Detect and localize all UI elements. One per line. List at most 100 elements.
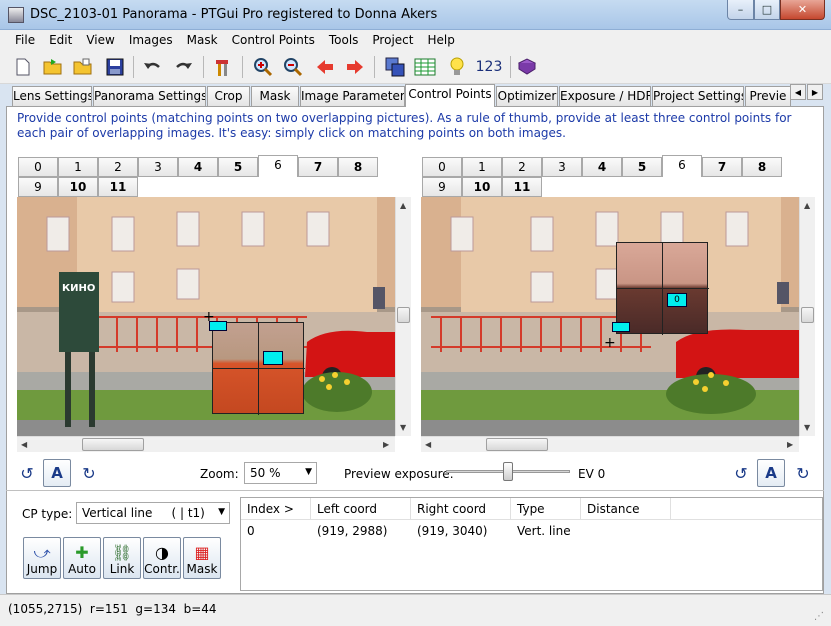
save-icon[interactable] <box>104 56 126 78</box>
copy-images-icon[interactable] <box>384 56 406 78</box>
open-recent-icon[interactable] <box>72 56 94 78</box>
menu-help[interactable]: Help <box>420 33 461 47</box>
menu-images[interactable]: Images <box>122 33 180 47</box>
right-image-tab-4[interactable]: 4 <box>582 157 622 177</box>
tab-preview[interactable]: Previe <box>745 86 791 106</box>
col-type[interactable]: Type <box>511 498 581 520</box>
tab-image-parameters[interactable]: Image Parameters <box>300 86 405 106</box>
new-file-icon[interactable] <box>12 56 34 78</box>
left-rotate-ccw-icon[interactable]: ↺ <box>15 461 39 485</box>
cp-type-select[interactable]: Vertical line ( | t1) ▼ <box>76 502 230 524</box>
right-image-view[interactable]: 0 + <box>421 197 799 436</box>
menu-edit[interactable]: Edit <box>42 33 79 47</box>
col-right-coord[interactable]: Right coord <box>411 498 511 520</box>
book-icon[interactable] <box>516 56 538 78</box>
jump-button[interactable]: ⤻ Jump <box>23 537 61 579</box>
zoom-label: Zoom: <box>200 467 239 481</box>
link-button[interactable]: ⛓ Link <box>103 537 141 579</box>
auto-button[interactable]: ✚ Auto <box>63 537 101 579</box>
left-auto-button[interactable]: A <box>43 459 71 487</box>
numbers-icon[interactable]: 123 <box>474 56 504 78</box>
left-image-tab-9[interactable]: 9 <box>18 177 58 197</box>
menu-tools[interactable]: Tools <box>322 33 366 47</box>
col-left-coord[interactable]: Left coord <box>311 498 411 520</box>
zoom-select[interactable]: 50 % ▼ <box>244 462 317 484</box>
menu-project[interactable]: Project <box>365 33 420 47</box>
menu-control-points[interactable]: Control Points <box>225 33 322 47</box>
tab-project-settings[interactable]: Project Settings <box>652 86 744 106</box>
minimize-button[interactable]: – <box>727 0 754 20</box>
tab-crop[interactable]: Crop <box>207 86 250 106</box>
left-image-tab-1[interactable]: 1 <box>58 157 98 177</box>
left-image-tab-0[interactable]: 0 <box>18 157 58 177</box>
exposure-slider-thumb[interactable] <box>503 462 513 481</box>
contrast-button[interactable]: ◑ Contr. <box>143 537 181 579</box>
left-image-tab-7[interactable]: 7 <box>298 157 338 177</box>
undo-icon[interactable] <box>142 56 164 78</box>
tab-scroll-right-button[interactable]: ▶ <box>807 84 823 100</box>
tools-icon[interactable] <box>212 56 234 78</box>
maximize-button[interactable]: □ <box>754 0 780 20</box>
left-image-view[interactable]: КИНО + <box>17 197 395 436</box>
tab-optimizer[interactable]: Optimizer <box>496 86 558 106</box>
left-hscroll-thumb[interactable] <box>82 438 144 451</box>
right-image-tab-1[interactable]: 1 <box>462 157 502 177</box>
right-image-tab-11[interactable]: 11 <box>502 177 542 197</box>
zoom-in-icon[interactable] <box>252 56 274 78</box>
right-vertical-scrollbar[interactable]: ▲ ▼ <box>799 197 815 436</box>
arrow-right-icon[interactable] <box>344 56 366 78</box>
tab-mask[interactable]: Mask <box>251 86 299 106</box>
left-rotate-cw-icon[interactable]: ↻ <box>77 461 101 485</box>
open-icon[interactable] <box>42 56 64 78</box>
left-vscroll-thumb[interactable] <box>397 307 410 323</box>
tab-lens-settings[interactable]: Lens Settings <box>12 86 92 106</box>
table-row[interactable]: 0 (919, 2988) (919, 3040) Vert. line <box>241 521 822 541</box>
left-image-tab-11[interactable]: 11 <box>98 177 138 197</box>
right-image-tab-3[interactable]: 3 <box>542 157 582 177</box>
left-horizontal-scrollbar[interactable]: ◀ ▶ <box>17 436 395 452</box>
table-icon[interactable] <box>414 56 436 78</box>
right-vscroll-thumb[interactable] <box>801 307 814 323</box>
tab-exposure-hdr[interactable]: Exposure / HDR <box>559 86 651 106</box>
right-loupe <box>616 242 709 335</box>
right-image-tab-8[interactable]: 8 <box>742 157 782 177</box>
tab-scroll-left-button[interactable]: ◀ <box>790 84 806 100</box>
right-cp-marker[interactable] <box>612 322 630 332</box>
zoom-out-icon[interactable] <box>282 56 304 78</box>
tab-control-points[interactable]: Control Points <box>405 84 495 107</box>
preview-exposure-label: Preview exposure: <box>344 467 454 481</box>
left-cp-marker-zoom <box>263 351 283 365</box>
right-horizontal-scrollbar[interactable]: ◀ ▶ <box>421 436 799 452</box>
right-image-tab-9[interactable]: 9 <box>422 177 462 197</box>
right-auto-button[interactable]: A <box>757 459 785 487</box>
col-index[interactable]: Index > <box>241 498 311 520</box>
right-rotate-cw-icon[interactable]: ↻ <box>791 461 815 485</box>
right-image-tab-5[interactable]: 5 <box>622 157 662 177</box>
right-rotate-ccw-icon[interactable]: ↺ <box>729 461 753 485</box>
right-hscroll-thumb[interactable] <box>486 438 548 451</box>
menu-mask[interactable]: Mask <box>180 33 225 47</box>
resize-grip-icon[interactable]: ⋰ <box>814 611 824 622</box>
left-vertical-scrollbar[interactable]: ▲ ▼ <box>395 197 411 436</box>
left-image-tab-6[interactable]: 6 <box>258 155 298 177</box>
left-image-tab-10[interactable]: 10 <box>58 177 98 197</box>
right-image-tab-7[interactable]: 7 <box>702 157 742 177</box>
left-image-tab-4[interactable]: 4 <box>178 157 218 177</box>
mask-button[interactable]: ▦ Mask <box>183 537 221 579</box>
menu-view[interactable]: View <box>79 33 121 47</box>
right-image-tab-6[interactable]: 6 <box>662 155 702 177</box>
col-distance[interactable]: Distance <box>581 498 671 520</box>
left-image-tab-2[interactable]: 2 <box>98 157 138 177</box>
right-image-tab-10[interactable]: 10 <box>462 177 502 197</box>
left-image-tab-5[interactable]: 5 <box>218 157 258 177</box>
arrow-left-icon[interactable] <box>314 56 336 78</box>
close-button[interactable]: ✕ <box>780 0 825 20</box>
right-image-tab-2[interactable]: 2 <box>502 157 542 177</box>
redo-icon[interactable] <box>172 56 194 78</box>
left-image-tab-3[interactable]: 3 <box>138 157 178 177</box>
tab-panorama-settings[interactable]: Panorama Settings <box>93 86 206 106</box>
right-image-tab-0[interactable]: 0 <box>422 157 462 177</box>
bulb-icon[interactable] <box>446 56 468 78</box>
menu-file[interactable]: File <box>8 33 42 47</box>
left-image-tab-8[interactable]: 8 <box>338 157 378 177</box>
